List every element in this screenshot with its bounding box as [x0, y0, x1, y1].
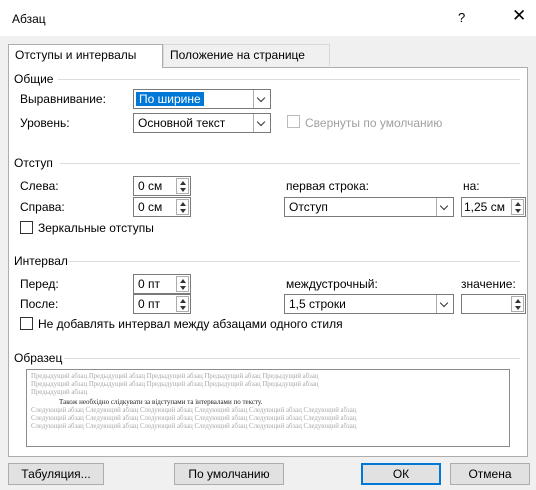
first-line-value: Отступ — [289, 200, 328, 214]
general-divider — [58, 79, 520, 80]
level-label: Уровень: — [20, 116, 70, 130]
preview-sample-line: Також необхідно слідкувати за відступами… — [59, 398, 263, 406]
indent-by-label: на: — [463, 179, 480, 193]
spacing-before-label: Перед: — [20, 277, 59, 291]
preview-divider — [64, 358, 520, 359]
ok-button[interactable]: ОК — [361, 463, 441, 485]
preview-prev-line: Предыдущий абзац Предыдущий абзац Предыд… — [31, 373, 319, 380]
indent-divider — [60, 163, 520, 164]
paragraph-preview: Предыдущий абзац Предыдущий абзац Предыд… — [26, 369, 510, 447]
collapsed-label: Свернуты по умолчанию — [305, 116, 443, 130]
general-heading: Общие — [14, 72, 54, 86]
chevron-down-icon[interactable] — [436, 295, 453, 313]
paragraph-dialog: Абзац ? ✕ Отступы и интервалы Положение … — [0, 0, 536, 490]
dialog-body: Отступы и интервалы Положение на страниц… — [0, 36, 536, 490]
mirror-indents-checkbox[interactable] — [20, 221, 33, 234]
spin-arrows-icon[interactable] — [176, 276, 189, 292]
spacing-after-spinner[interactable]: 0 пт — [133, 294, 191, 314]
first-line-label: первая строка: — [286, 179, 369, 193]
spacing-after-value: 0 пт — [138, 297, 161, 311]
line-spacing-combo[interactable]: 1,5 строки — [284, 294, 454, 314]
mirror-indents-label: Зеркальные отступы — [38, 221, 154, 235]
line-spacing-at-spinner[interactable] — [461, 294, 526, 314]
title-bar: Абзац ? ✕ — [0, 0, 536, 36]
chevron-down-icon[interactable] — [253, 90, 270, 108]
dialog-title: Абзац — [12, 12, 46, 26]
preview-next-line: Следующий абзац Следующий абзац Следующи… — [31, 423, 357, 430]
spacing-divider — [68, 261, 520, 262]
collapsed-checkbox[interactable] — [287, 115, 300, 128]
tab-line-page-breaks[interactable]: Положение на странице — [163, 44, 330, 66]
dont-add-space-checkbox[interactable] — [20, 317, 33, 330]
indent-heading: Отступ — [14, 156, 53, 170]
first-line-combo[interactable]: Отступ — [284, 197, 454, 217]
line-spacing-label: междустрочный: — [286, 277, 378, 291]
tabs-button[interactable]: Табуляция... — [8, 463, 104, 485]
dont-add-space-label: Не добавлять интервал между абзацами одн… — [38, 317, 343, 331]
spin-arrows-icon[interactable] — [176, 178, 189, 194]
alignment-label: Выравнивание: — [20, 92, 106, 106]
indent-by-spinner[interactable]: 1,25 см — [461, 197, 526, 217]
spin-arrows-icon[interactable] — [176, 199, 189, 215]
chevron-down-icon[interactable] — [436, 198, 453, 216]
spin-arrows-icon[interactable] — [176, 296, 189, 312]
line-spacing-value: 1,5 строки — [289, 297, 346, 311]
indent-by-value: 1,25 см — [464, 200, 505, 214]
spacing-heading: Интервал — [14, 254, 68, 268]
cancel-button[interactable]: Отмена — [450, 463, 530, 485]
spacing-after-label: После: — [20, 297, 59, 311]
level-value: Основной текст — [138, 116, 226, 130]
line-spacing-at-label: значение: — [461, 277, 516, 291]
level-combo[interactable]: Основной текст — [133, 113, 271, 133]
preview-next-line: Следующий абзац Следующий абзац Следующи… — [31, 415, 357, 422]
spacing-before-value: 0 пт — [138, 277, 161, 291]
preview-prev-line: Предыдущий абзац Предыдущий абзац Предыд… — [31, 381, 319, 388]
indent-right-label: Справа: — [20, 200, 65, 214]
alignment-value: По ширине — [136, 92, 204, 106]
indent-left-spinner[interactable]: 0 см — [133, 176, 191, 196]
set-default-button[interactable]: По умолчанию — [174, 463, 284, 485]
spacing-before-spinner[interactable]: 0 пт — [133, 274, 191, 294]
indent-right-spinner[interactable]: 0 см — [133, 197, 191, 217]
spin-arrows-icon[interactable] — [511, 199, 524, 215]
chevron-down-icon[interactable] — [253, 114, 270, 132]
indent-left-value: 0 см — [138, 179, 163, 193]
preview-next-line: Следующий абзац Следующий абзац Следующи… — [31, 407, 357, 414]
indent-right-value: 0 см — [138, 200, 163, 214]
preview-heading: Образец — [14, 351, 63, 365]
tab-indents-spacing[interactable]: Отступы и интервалы — [8, 44, 163, 68]
preview-prev-line: Предыдущий абзац — [31, 389, 88, 396]
close-icon[interactable]: ✕ — [512, 6, 526, 26]
indent-left-label: Слева: — [20, 179, 59, 193]
help-button[interactable]: ? — [458, 10, 465, 25]
spin-arrows-icon[interactable] — [511, 296, 524, 312]
alignment-combo[interactable]: По ширине — [133, 89, 271, 109]
